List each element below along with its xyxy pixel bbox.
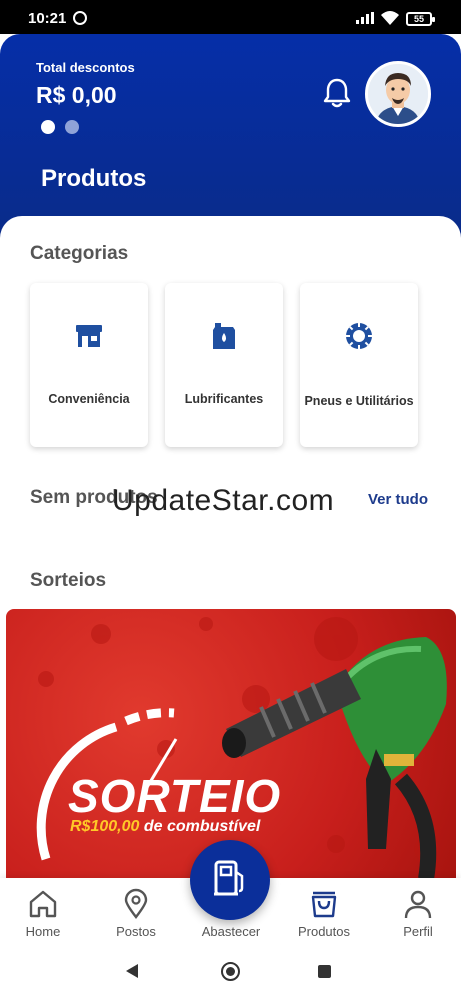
nav-item-perfil[interactable]: Perfil	[378, 878, 458, 942]
page-title: Produtos	[41, 165, 147, 192]
raffles-title: Sorteios	[30, 570, 107, 591]
recent-apps-icon[interactable]	[318, 965, 331, 978]
store-icon	[76, 325, 102, 347]
system-nav-bar	[0, 942, 461, 1000]
avatar[interactable]	[365, 61, 431, 127]
nav-label: Perfil	[403, 924, 433, 939]
wifi-icon	[381, 11, 399, 25]
status-time: 10:21	[28, 10, 67, 27]
categories-title: Categorias	[30, 243, 129, 264]
banner-subtitle: R$100,00 de combustível	[70, 818, 260, 836]
banner-title: SORTEIO	[68, 770, 282, 822]
bell-icon[interactable]	[322, 77, 352, 109]
raffle-banner[interactable]: SORTEIO R$100,00 de combustível	[6, 609, 456, 879]
total-discounts-value: R$ 0,00	[36, 82, 117, 108]
fuel-nozzle-illustration	[36, 617, 447, 879]
category-card-lubrificantes[interactable]: Lubrificantes	[165, 283, 283, 447]
status-bar: 10:21 55	[0, 0, 461, 34]
see-all-link[interactable]: Ver tudo	[368, 491, 428, 508]
tire-gear-icon	[346, 323, 372, 349]
oil-can-icon	[213, 323, 235, 349]
category-label: Pneus e Utilitários	[304, 394, 414, 408]
category-card-pneus[interactable]: Pneus e Utilitários	[300, 283, 418, 447]
location-pin-icon	[124, 888, 148, 919]
nav-item-postos[interactable]: Postos	[96, 878, 176, 942]
battery-icon: 55	[406, 12, 435, 26]
shopping-bag-icon	[311, 891, 337, 918]
fuel-pump-icon	[214, 860, 244, 896]
carousel-dot-active[interactable]	[41, 120, 55, 134]
whatsapp-icon	[73, 11, 87, 25]
nav-item-home[interactable]: Home	[3, 878, 83, 942]
nav-label: Abastecer	[201, 924, 261, 939]
nav-item-produtos[interactable]: Produtos	[284, 878, 364, 942]
person-icon	[404, 890, 432, 919]
back-icon[interactable]	[126, 964, 138, 978]
home-icon	[29, 890, 57, 918]
home-circle-icon[interactable]	[221, 962, 240, 981]
nav-label: Produtos	[297, 924, 351, 939]
carousel-dot[interactable]	[65, 120, 79, 134]
avatar-image	[368, 64, 428, 124]
watermark: UpdateStar.com	[112, 484, 335, 517]
total-discounts-label: Total descontos	[36, 60, 135, 75]
category-label: Lubrificantes	[184, 392, 264, 406]
category-card-conveniencia[interactable]: Conveniência	[30, 283, 148, 447]
banner-rest: de combustível	[139, 818, 261, 835]
nav-label: Home	[25, 924, 61, 939]
signal-icon	[356, 12, 374, 24]
fuel-fab-button[interactable]	[190, 840, 270, 920]
nav-label: Postos	[116, 924, 156, 939]
banner-amount: R$100,00	[70, 818, 140, 835]
category-label: Conveniência	[48, 392, 130, 406]
